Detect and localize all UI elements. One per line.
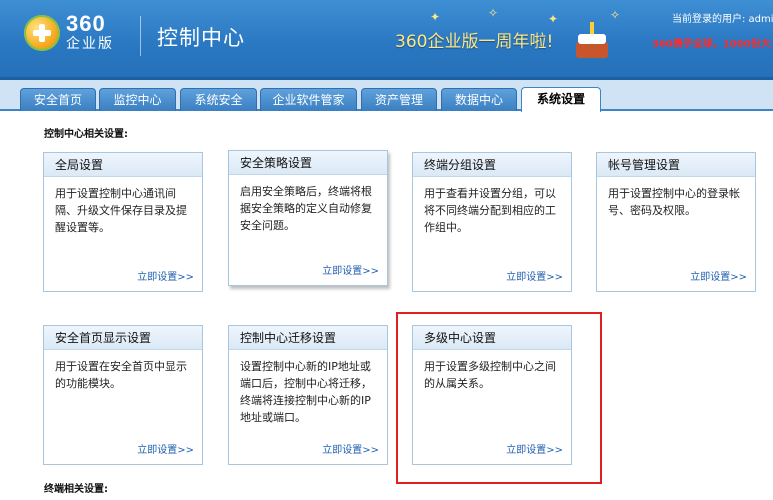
setup-now-link[interactable]: 立即设置>> <box>137 268 194 283</box>
anniversary-banner: 360企业版一周年啦! <box>395 32 554 52</box>
tab-monitor-center[interactable]: 监控中心 <box>99 88 176 111</box>
sparkle-icon: ✦ <box>548 12 559 26</box>
card-description: 启用安全策略后，终端将根据安全策略的定义自动修复安全问题。 <box>240 185 372 232</box>
tab-security-home[interactable]: 安全首页 <box>20 88 96 111</box>
setup-now-link[interactable]: 立即设置>> <box>137 441 194 456</box>
card-description: 用于设置在安全首页中显示的功能模块。 <box>55 360 187 390</box>
card-global-settings: 全局设置 用于设置控制中心通讯间隔、升级文件保存目录及提醒设置等。 立即设置>> <box>43 152 203 292</box>
highlight-box <box>396 312 602 484</box>
card-center-migration: 控制中心迁移设置 设置控制中心新的IP地址或端口后，控制中心将迁移，终端将连接控… <box>228 325 388 465</box>
card-title: 全局设置 <box>44 153 202 177</box>
setup-now-link[interactable]: 立即设置>> <box>322 441 379 456</box>
sparkle-icon: ✧ <box>488 6 499 20</box>
card-title: 控制中心迁移设置 <box>229 326 387 350</box>
tab-data-center[interactable]: 数据中心 <box>441 88 517 111</box>
tab-system-settings[interactable]: 系统设置 <box>521 87 601 112</box>
promo-link[interactable]: 360携手全球，1000份大 <box>652 35 771 50</box>
setup-now-link[interactable]: 立即设置>> <box>690 268 747 283</box>
section-control-center-label: 控制中心相关设置: <box>44 129 128 140</box>
card-description: 设置控制中心新的IP地址或端口后，控制中心将迁移，终端将连接控制中心新的IP地址… <box>240 360 372 424</box>
sparkle-icon: ✦ <box>430 10 441 24</box>
card-title: 终端分组设置 <box>413 153 571 177</box>
card-account-management: 帐号管理设置 用于设置控制中心的登录帐号、密码及权限。 立即设置>> <box>596 152 756 292</box>
brand-logo: 360 企业版 <box>66 11 114 52</box>
setup-now-link[interactable]: 立即设置>> <box>322 262 379 277</box>
card-title: 安全策略设置 <box>229 151 387 175</box>
cake-icon <box>576 20 608 58</box>
page-title: 控制中心 <box>157 26 245 50</box>
card-description: 用于查看并设置分组，可以将不同终端分配到相应的工作组中。 <box>424 187 556 234</box>
card-security-policy: 安全策略设置 启用安全策略后，终端将根据安全策略的定义自动修复安全问题。 立即设… <box>228 150 388 286</box>
sparkle-icon: ✧ <box>610 8 621 22</box>
brand-number: 360 <box>66 11 106 36</box>
360-logo-icon <box>24 15 60 51</box>
header-divider <box>140 16 141 56</box>
tab-system-security[interactable]: 系统安全 <box>180 88 257 111</box>
app-header: 360 企业版 控制中心 ✦ ✧ ✦ ✧ 360企业版一周年啦! 当前登录的用户… <box>0 0 773 80</box>
tab-asset-management[interactable]: 资产管理 <box>361 88 437 111</box>
tab-software-manager[interactable]: 企业软件管家 <box>260 88 357 111</box>
card-description: 用于设置控制中心的登录帐号、密码及权限。 <box>608 187 740 217</box>
section-terminal-label: 终端相关设置: <box>44 484 108 495</box>
card-title: 安全首页显示设置 <box>44 326 202 350</box>
brand-sub: 企业版 <box>66 35 114 51</box>
card-title: 帐号管理设置 <box>597 153 755 177</box>
card-home-display: 安全首页显示设置 用于设置在安全首页中显示的功能模块。 立即设置>> <box>43 325 203 465</box>
card-description: 用于设置控制中心通讯间隔、升级文件保存目录及提醒设置等。 <box>55 187 187 234</box>
card-terminal-group: 终端分组设置 用于查看并设置分组，可以将不同终端分配到相应的工作组中。 立即设置… <box>412 152 572 292</box>
setup-now-link[interactable]: 立即设置>> <box>506 268 563 283</box>
current-user-label: 当前登录的用户: admin <box>672 14 773 25</box>
